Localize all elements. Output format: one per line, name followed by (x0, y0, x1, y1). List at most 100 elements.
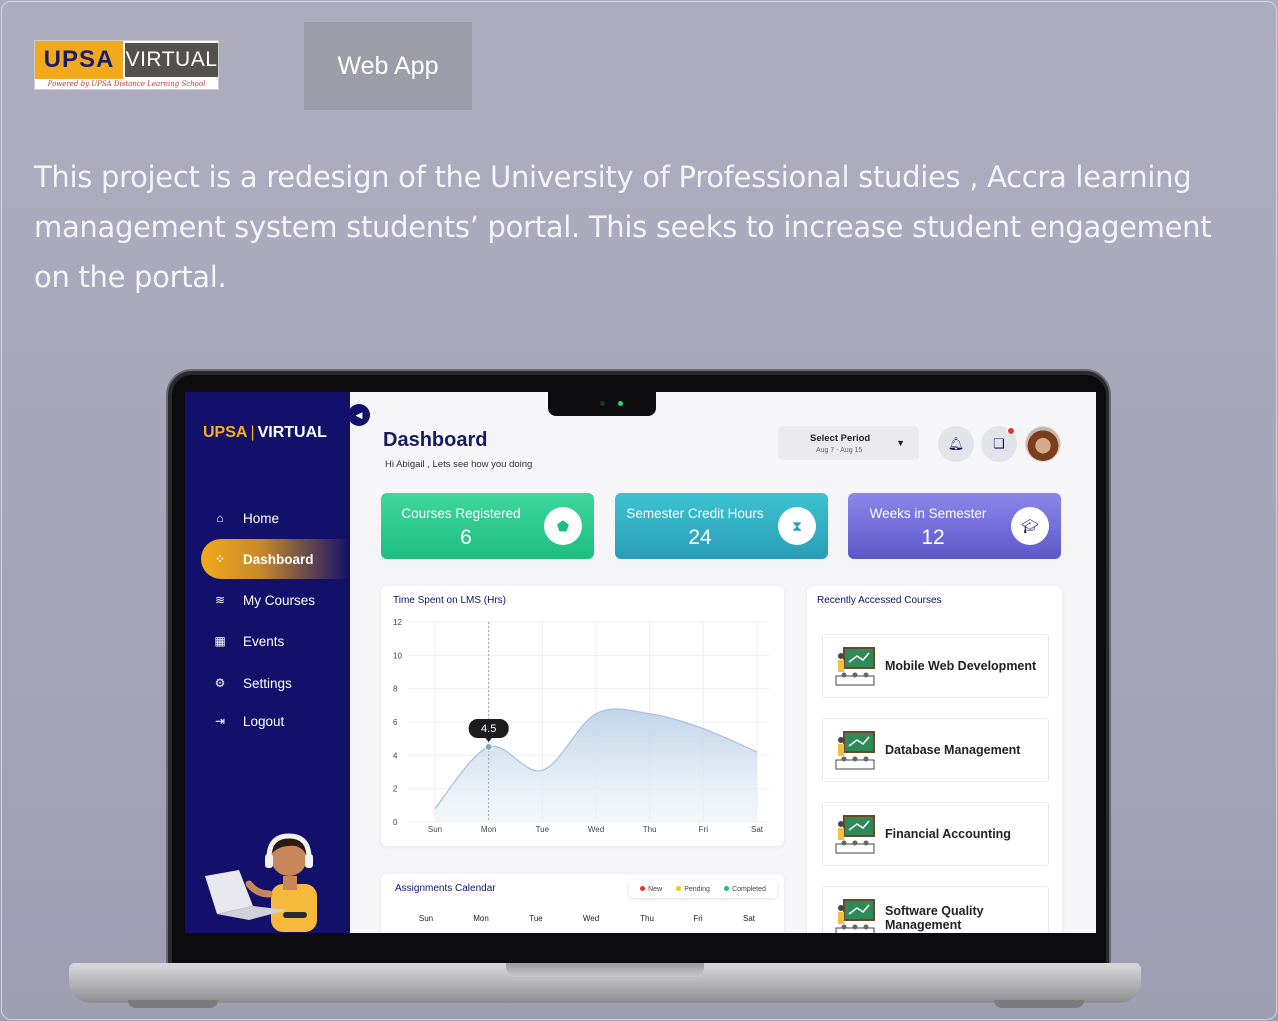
calendar-day-header: Mon (473, 914, 489, 923)
laptop-foot-right (994, 1000, 1084, 1008)
courses-icon: ⬟ (544, 507, 582, 545)
classroom-icon (835, 731, 875, 770)
tooltip-pointer (484, 737, 493, 742)
laptop-hinge-notch (506, 963, 704, 977)
stat-courses-registered: Courses Registered 6 ⬟ (381, 493, 594, 559)
logo-tagline: Powered by UPSA Distance Learning School (47, 80, 206, 88)
user-avatar[interactable] (1025, 426, 1061, 462)
sidebar-item-my-courses[interactable]: ≋ My Courses (201, 580, 350, 620)
legend-item-new: New (640, 886, 662, 893)
brand-virtual: VIRTUAL (257, 424, 327, 441)
assignments-calendar-card: Assignments Calendar New Pending Completed… (381, 874, 784, 933)
y-tick-label: 0 (393, 818, 398, 827)
calendar-title: Assignments Calendar (395, 883, 496, 894)
caret-down-icon: ▼ (896, 438, 905, 448)
stat-value: 6 (460, 526, 472, 549)
legend-label: New (648, 885, 663, 893)
calendar-day-header: Wed (582, 914, 600, 923)
calendar-day-header: Fri (693, 914, 703, 923)
logo-upsa-text: UPSA (35, 41, 123, 79)
calendar-day-header: Sat (742, 914, 756, 923)
sidebar-item-home[interactable]: ⌂ Home (201, 498, 350, 538)
course-name: Mobile Web Development (885, 659, 1037, 673)
period-range: Aug 7 - Aug 15 (816, 447, 863, 454)
calendar-icon: ▦ (214, 634, 226, 648)
sidebar-item-label: Settings (243, 675, 292, 691)
legend-label: Pending (684, 885, 710, 893)
legend-dot (640, 886, 646, 892)
chevron-left-icon: ◀ (355, 409, 363, 420)
classroom-icon (835, 815, 875, 854)
camera-notch (548, 392, 656, 416)
recent-courses-title: Recently Accessed Courses (817, 595, 942, 606)
course-name: Database Management (885, 743, 1021, 757)
brand-upsa: UPSA (203, 424, 248, 441)
y-tick-label: 2 (393, 785, 398, 794)
recent-course-item[interactable]: Financial Accounting (822, 802, 1049, 866)
stat-value: 12 (921, 526, 945, 549)
recent-course-item[interactable]: Software Quality Management (822, 886, 1049, 933)
sidebar-item-logout[interactable]: ⇥ Logout (201, 701, 350, 741)
layers-icon: ≋ (214, 593, 226, 607)
y-tick-label: 6 (393, 718, 398, 727)
x-tick-label: Wed (588, 825, 604, 834)
bell-icon: 🔔︎ (947, 436, 965, 451)
message-indicator-dot (1007, 427, 1015, 435)
x-tick-label: Sat (751, 825, 764, 834)
sidebar-item-label: Dashboard (243, 551, 314, 567)
sidebar: UPSA | VIRTUAL ⌂ Home ⁘ Dashboard ≋ My Courses ▦… (185, 392, 350, 933)
time-spent-chart: 0 2 4 6 8 10 12 Sun Mon Tue Wed Thu Fri Sat 4.5 (393, 618, 769, 834)
upsa-virtual-logo: UPSA VIRTUAL Powered by UPSA Distance Le… (34, 40, 219, 90)
stat-label: Semester Credit Hours (626, 506, 764, 521)
y-tick-label: 4 (393, 751, 398, 760)
y-tick-label: 8 (393, 685, 398, 694)
recent-courses-card: Recently Accessed Courses Mobile Web Dev… (807, 586, 1062, 933)
laptop-foot-left (128, 1000, 218, 1008)
x-tick-label: Fri (699, 825, 709, 834)
x-tick-label: Thu (643, 825, 657, 834)
collapse-sidebar-button[interactable]: ◀ (348, 404, 370, 426)
sidebar-item-dashboard[interactable]: ⁘ Dashboard (201, 539, 350, 579)
legend-dot (676, 886, 682, 892)
app-screen: UPSA | VIRTUAL ⌂ Home ⁘ Dashboard ≋ My Courses ▦… (185, 392, 1096, 933)
data-point (484, 743, 493, 751)
y-tick-label: 12 (393, 618, 402, 627)
select-period-dropdown[interactable]: Select Period Aug 7 - Aug 15 ▼ (778, 426, 919, 460)
x-tick-label: Tue (536, 825, 550, 834)
camera-light (618, 401, 623, 406)
x-tick-label: Mon (481, 825, 497, 834)
sidebar-item-label: Events (243, 633, 285, 649)
x-tick-label: Sun (428, 825, 442, 834)
student-illustration (205, 833, 317, 932)
stat-label: Weeks in Semester (869, 506, 987, 521)
calendar-day-header: Thu (640, 914, 654, 923)
chat-icon: ❏ (993, 436, 1005, 451)
calendar-legend: New Pending Completed (629, 880, 777, 898)
classroom-icon (835, 647, 875, 686)
grid-icon: ⁘ (214, 552, 226, 566)
recent-course-item[interactable]: Mobile Web Development (822, 634, 1049, 698)
sidebar-item-events[interactable]: ▦ Events (201, 621, 350, 661)
tooltip-value: 4.5 (481, 723, 496, 735)
period-label: Select Period (810, 433, 871, 444)
recent-course-item[interactable]: Database Management (822, 718, 1049, 782)
sidebar-item-settings[interactable]: ⚙ Settings (201, 663, 350, 703)
course-name: Financial Accounting (885, 827, 1011, 841)
greeting-text: Hi Abigail , Lets see how you doing (385, 459, 533, 470)
brand-separator: | (250, 424, 255, 441)
calendar-day-header: Tue (529, 914, 543, 923)
logout-icon: ⇥ (214, 714, 226, 728)
legend-item-completed: Completed (724, 886, 766, 893)
sidebar-item-label: Home (243, 510, 280, 526)
hourglass-icon: ⧗ (778, 507, 816, 545)
calendar-day-header: Sun (418, 914, 434, 923)
stat-credit-hours: Semester Credit Hours 24 ⧗ (615, 493, 828, 559)
notifications-button[interactable]: 🔔︎ (938, 426, 974, 462)
graduation-cap-icon: 🎓︎ (1011, 507, 1049, 545)
sidebar-item-label: My Courses (243, 592, 316, 608)
sidebar-brand: UPSA | VIRTUAL (203, 424, 327, 442)
sidebar-item-label: Logout (243, 713, 285, 729)
stat-weeks-in-semester: Weeks in Semester 12 🎓︎ (848, 493, 1061, 559)
classroom-icon (835, 899, 875, 933)
page-title: Dashboard (383, 429, 488, 451)
